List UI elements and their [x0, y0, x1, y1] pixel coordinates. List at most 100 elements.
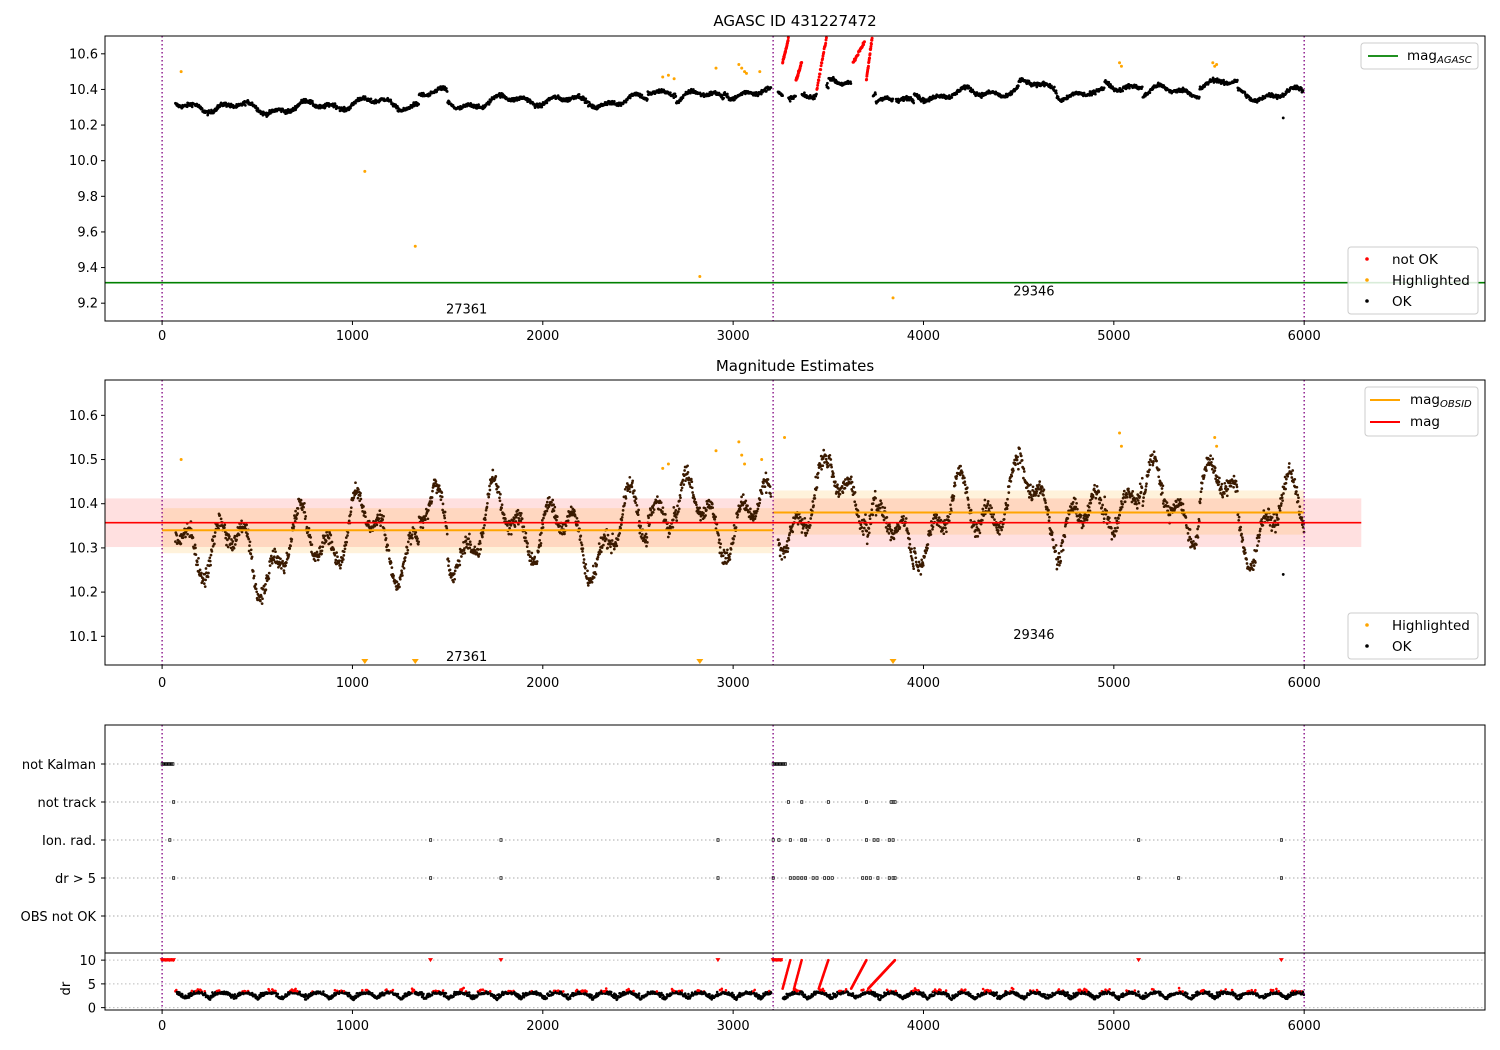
- ok-point: [1094, 92, 1097, 96]
- ok-point: [208, 559, 212, 563]
- ok-point: [445, 532, 449, 536]
- ok-point: [1029, 493, 1033, 497]
- ok-point: [926, 543, 930, 546]
- ok-point: [744, 499, 748, 503]
- ok-point: [680, 486, 684, 490]
- ok-point: [550, 501, 553, 504]
- ok-point: [228, 535, 231, 538]
- ok-point: [1095, 485, 1099, 488]
- ok-point: [540, 519, 544, 522]
- ok-point: [237, 533, 241, 537]
- ok-point: [931, 527, 934, 531]
- ok-point: [349, 513, 352, 516]
- ok-point: [535, 562, 539, 566]
- ok-point: [757, 504, 761, 508]
- ok-point: [1048, 515, 1051, 519]
- ok-point: [1029, 483, 1032, 487]
- ok-point: [679, 488, 683, 492]
- ok-point: [821, 464, 825, 468]
- ok-point: [849, 477, 852, 481]
- ok-point: [898, 526, 902, 529]
- highlighted-point: [737, 63, 741, 66]
- ok-point: [535, 560, 539, 563]
- ok-point: [267, 577, 271, 580]
- ok-point: [644, 532, 648, 536]
- ok-point: [590, 580, 594, 584]
- ok-point: [798, 515, 802, 519]
- ok-point: [206, 575, 210, 579]
- ok-point: [677, 507, 681, 511]
- ok-point: [1061, 540, 1065, 543]
- ok-point: [812, 504, 815, 507]
- ok-point: [204, 567, 208, 570]
- ok-point: [491, 468, 495, 472]
- ok-point: [612, 99, 616, 103]
- ok-point: [598, 552, 601, 556]
- ok-point: [963, 476, 966, 480]
- ok-point: [410, 533, 414, 537]
- ok-point: [488, 484, 491, 488]
- x-tick-label: 5000: [1097, 329, 1130, 344]
- ok-point: [525, 545, 529, 549]
- ok-point: [871, 502, 875, 505]
- ok-point: [308, 533, 312, 537]
- not-ok-point: [866, 64, 870, 68]
- ok-point: [849, 475, 853, 479]
- ok-point: [473, 545, 477, 549]
- ok-point: [1054, 89, 1058, 93]
- ok-point: [403, 556, 407, 559]
- ok-point: [1047, 508, 1050, 512]
- ok-point: [359, 497, 363, 501]
- ok-point: [824, 454, 828, 458]
- obsid-label: 27361: [446, 303, 487, 318]
- ok-point: [853, 500, 857, 504]
- y-tick-label: 9.8: [77, 190, 98, 205]
- ok-point: [857, 515, 861, 518]
- ok-point: [924, 551, 928, 555]
- ok-point: [800, 531, 804, 534]
- ok-point: [837, 495, 841, 498]
- ok-point: [223, 523, 227, 527]
- ok-point: [705, 508, 708, 512]
- ok-point: [991, 515, 995, 519]
- ok-point: [442, 514, 446, 517]
- ok-point: [678, 499, 681, 503]
- ok-point: [195, 560, 199, 564]
- ok-point: [851, 489, 854, 493]
- ok-point: [488, 488, 492, 492]
- ok-point: [620, 516, 624, 519]
- ok-point: [279, 557, 282, 561]
- ok-point: [527, 550, 531, 553]
- ok-point: [606, 533, 610, 537]
- ok-point: [932, 513, 936, 517]
- ok-point: [883, 506, 887, 510]
- ok-point: [282, 571, 286, 575]
- ok-point: [963, 483, 967, 487]
- ok-point: [468, 540, 472, 544]
- ok-point: [698, 506, 702, 510]
- ok-point: [421, 526, 425, 530]
- ok-point: [600, 546, 604, 549]
- ok-point: [599, 550, 603, 554]
- ok-point: [981, 507, 985, 511]
- ok-point: [483, 523, 486, 527]
- ok-point: [870, 508, 874, 512]
- ok-point: [911, 562, 915, 566]
- ok-point: [563, 532, 566, 536]
- ok-point: [191, 536, 195, 539]
- ok-point: [1097, 490, 1101, 494]
- not-ok-point: [816, 81, 820, 85]
- ok-point: [311, 99, 314, 103]
- ok-point: [507, 532, 511, 536]
- ok-point: [464, 539, 468, 543]
- ok-point: [336, 555, 339, 559]
- ok-point: [248, 540, 252, 544]
- ok-point: [741, 493, 745, 496]
- ok-point: [573, 509, 576, 513]
- ok-point: [375, 523, 379, 527]
- ok-point: [596, 555, 600, 559]
- ok-point: [880, 501, 883, 505]
- ok-point: [1140, 85, 1144, 89]
- ok-point: [859, 523, 863, 527]
- ok-point: [921, 564, 925, 567]
